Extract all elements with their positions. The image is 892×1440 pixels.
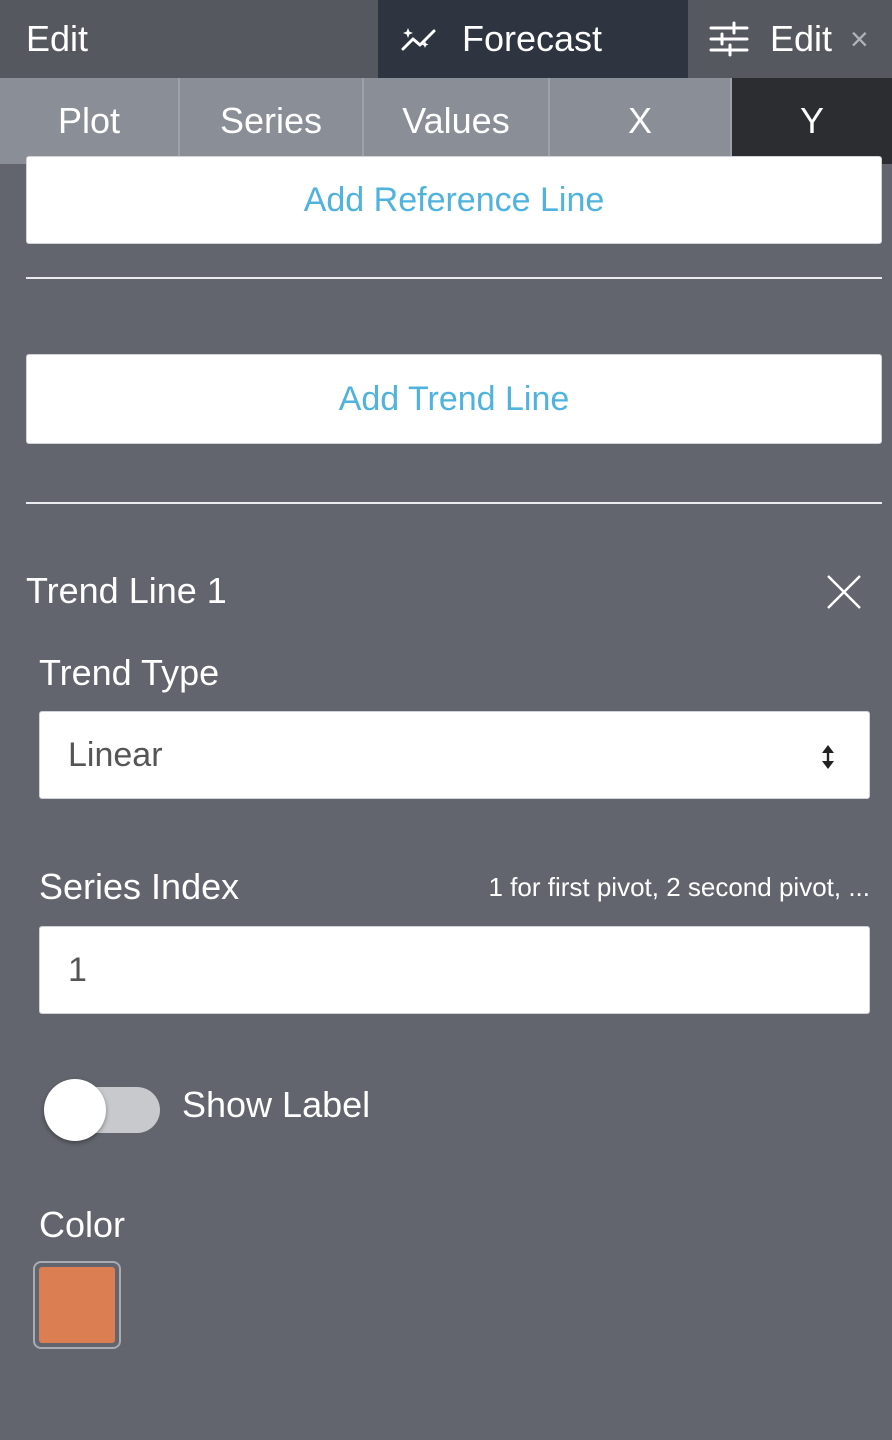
series-index-hint: 1 for first pivot, 2 second pivot, ... (488, 872, 870, 902)
series-index-label: Series Index (39, 866, 240, 907)
show-label-text: Show Label (182, 1084, 371, 1125)
tab-plot[interactable]: Plot (0, 78, 180, 164)
tab-x[interactable]: X (550, 78, 732, 164)
show-label-toggle[interactable] (44, 1079, 160, 1141)
edit-tab-right-label: Edit (770, 18, 833, 59)
color-label: Color (39, 1204, 126, 1245)
trend-settings-panel: Edit Forecast Edit × Plot Series Values … (0, 0, 892, 1440)
select-updown-icon (822, 745, 834, 769)
remove-trend-line-close-icon[interactable] (826, 574, 862, 610)
add-trend-line-button[interactable]: Add Trend Line (26, 354, 882, 444)
toggle-knob (44, 1079, 106, 1141)
axis-tab-bar: Plot Series Values X Y (0, 78, 892, 164)
sliders-icon (709, 21, 749, 57)
add-trend-line-label: Add Trend Line (338, 379, 570, 418)
tab-x-label: X (627, 100, 652, 141)
forecast-tab-label: Forecast (462, 18, 603, 59)
close-panel-icon[interactable]: × (850, 21, 869, 58)
tab-series-label: Series (219, 100, 323, 141)
series-index-input[interactable]: 1 (39, 926, 870, 1014)
trend-type-select[interactable]: Linear (39, 711, 870, 799)
add-reference-line-button[interactable]: Add Reference Line (26, 156, 882, 244)
tab-values-label: Values (402, 100, 510, 141)
color-swatch[interactable] (33, 1261, 121, 1349)
color-swatch-fill (39, 1267, 115, 1343)
edit-tab-right[interactable]: Edit × (688, 0, 892, 78)
add-reference-line-label: Add Reference Line (303, 180, 605, 219)
tab-series[interactable]: Series (180, 78, 364, 164)
tab-plot-label: Plot (57, 100, 121, 141)
sparkle-trend-icon (401, 28, 436, 51)
top-bar: Edit Forecast Edit × (0, 0, 892, 78)
forecast-tab[interactable]: Forecast (378, 0, 688, 78)
divider (26, 502, 882, 504)
tab-y-label: Y (799, 100, 824, 141)
trend-type-value: Linear (68, 735, 163, 774)
trend-line-title: Trend Line 1 (26, 570, 227, 611)
divider (26, 277, 882, 279)
tab-values[interactable]: Values (364, 78, 550, 164)
edit-tab-left-label: Edit (26, 18, 89, 59)
edit-tab-left[interactable]: Edit (0, 0, 378, 78)
tab-y[interactable]: Y (732, 78, 892, 164)
trend-type-label: Trend Type (39, 652, 220, 693)
series-index-value: 1 (68, 950, 87, 989)
